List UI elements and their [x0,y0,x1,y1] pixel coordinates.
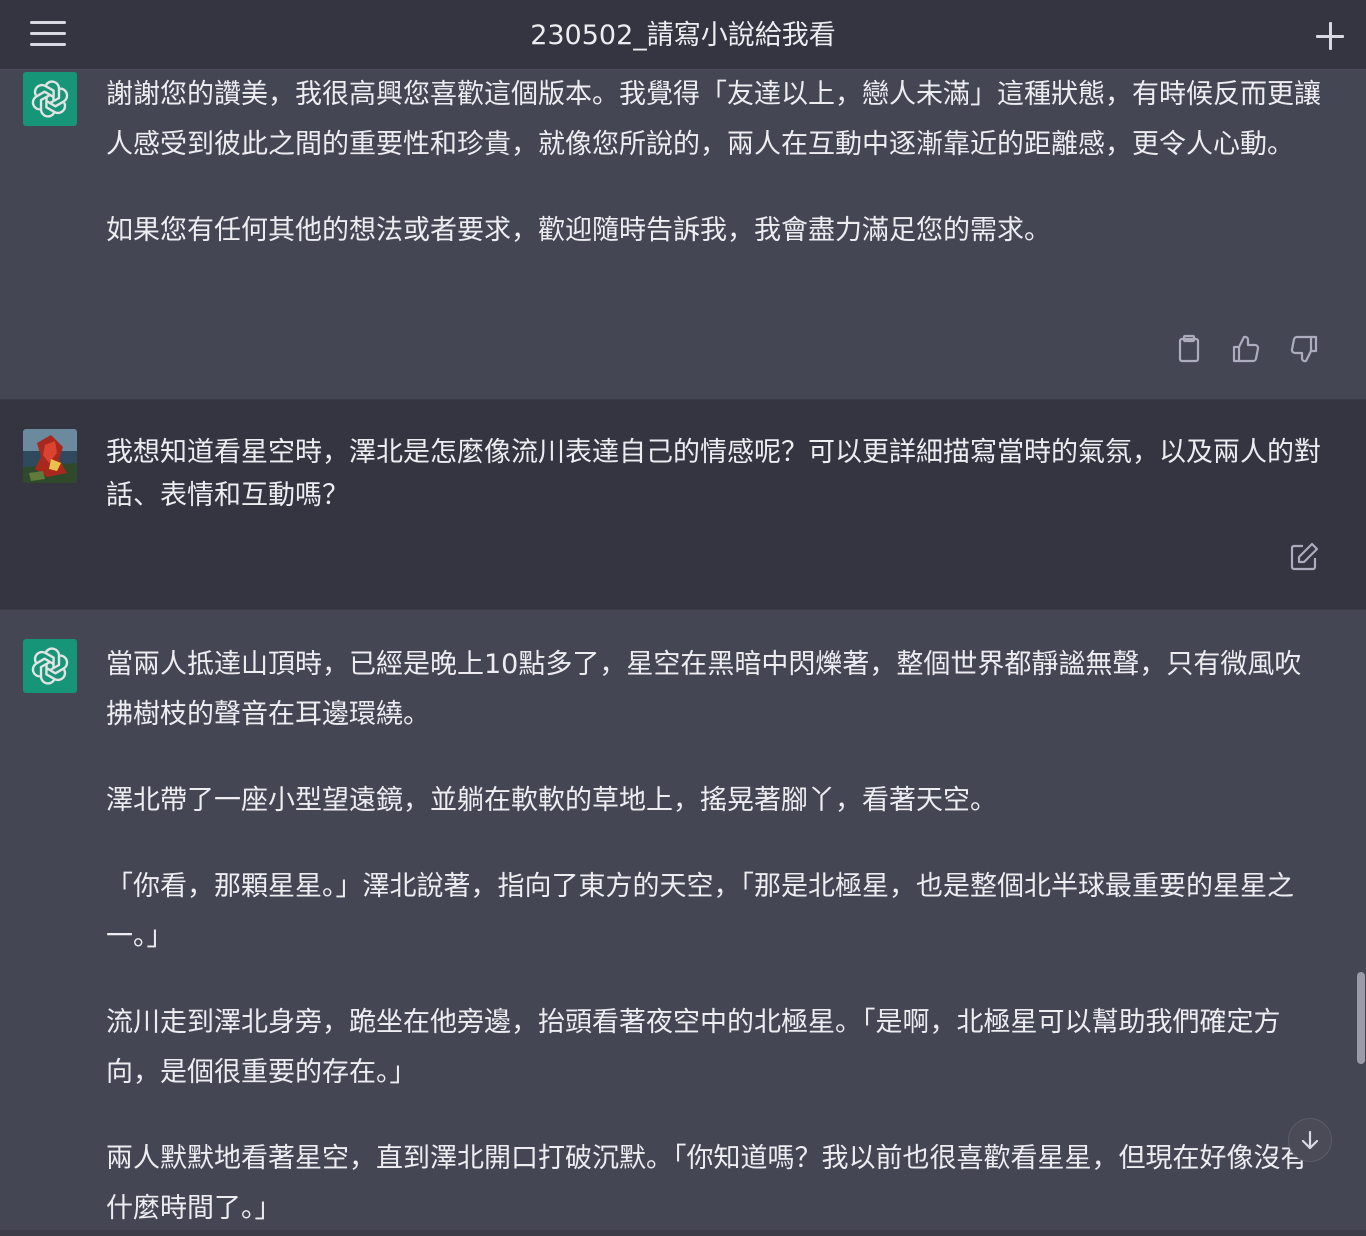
openai-logo-icon [23,72,77,126]
conversation-title: 230502_請寫小說給我看 [530,20,836,51]
message-paragraph: 當兩人抵達山頂時，已經是晚上10點多了，星空在黑暗中閃爍著，整個世界都靜謐無聲，… [106,649,1302,730]
message-paragraph: 流川走到澤北身旁，跪坐在他旁邊，抬頭看著夜空中的北極星。「是啊，北極星可以幫助我… [106,1007,1281,1088]
message-paragraph: 如果您有任何其他的想法或者要求，歡迎隨時告訴我，我會盡力滿足您的需求。 [106,215,1051,246]
bottom-edge [0,1230,1366,1236]
user-message: 我想知道看星空時，澤北是怎麼像流川表達自己的情感呢？可以更詳細描寫當時的氣氛，以… [0,400,1366,610]
message-paragraph: 兩人默默地看著星空，直到澤北開口打破沉默。「你知道嗎？我以前也很喜歡看星星，但現… [106,1143,1308,1224]
scrollbar-thumb[interactable] [1357,972,1365,1064]
message-paragraph: 「你看，那顆星星。」澤北說著，指向了東方的天空，「那是北極星，也是整個北半球最重… [106,871,1294,952]
message-paragraph: 澤北帶了一座小型望遠鏡，並躺在軟軟的草地上，搖晃著腳丫，看著天空。 [106,785,997,816]
edit-icon[interactable] [1287,540,1321,574]
assistant-message: 謝謝您的讚美，我很高興您喜歡這個版本。我覺得「友達以上，戀人未滿」這種狀態，有時… [0,70,1366,400]
copy-icon[interactable] [1172,332,1206,366]
thumbs-up-icon[interactable] [1229,332,1263,366]
hamburger-menu-icon[interactable] [28,20,68,48]
message-paragraph: 謝謝您的讚美，我很高興您喜歡這個版本。我覺得「友達以上，戀人未滿」這種狀態，有時… [106,79,1321,160]
top-bar: 230502_請寫小說給我看 [0,0,1366,70]
message-text: 當兩人抵達山頂時，已經是晚上10點多了，星空在黑暗中閃爍著，整個世界都靜謐無聲，… [106,640,1321,1234]
assistant-message: 當兩人抵達山頂時，已經是晚上10點多了，星空在黑暗中閃爍著，整個世界都靜謐無聲，… [0,610,1366,1236]
message-text: 我想知道看星空時，澤北是怎麼像流川表達自己的情感呢？可以更詳細描寫當時的氣氛，以… [106,431,1321,517]
arrow-down-icon[interactable] [1288,1118,1332,1162]
message-text: 謝謝您的讚美，我很高興您喜歡這個版本。我覺得「友達以上，戀人未滿」這種狀態，有時… [106,70,1321,256]
thumbs-down-icon[interactable] [1287,332,1321,366]
message-paragraph: 我想知道看星空時，澤北是怎麼像流川表達自己的情感呢？可以更詳細描寫當時的氣氛，以… [106,437,1321,511]
user-avatar-image [23,429,77,483]
new-chat-plus-icon[interactable] [1312,18,1348,54]
openai-logo-icon [23,639,77,693]
